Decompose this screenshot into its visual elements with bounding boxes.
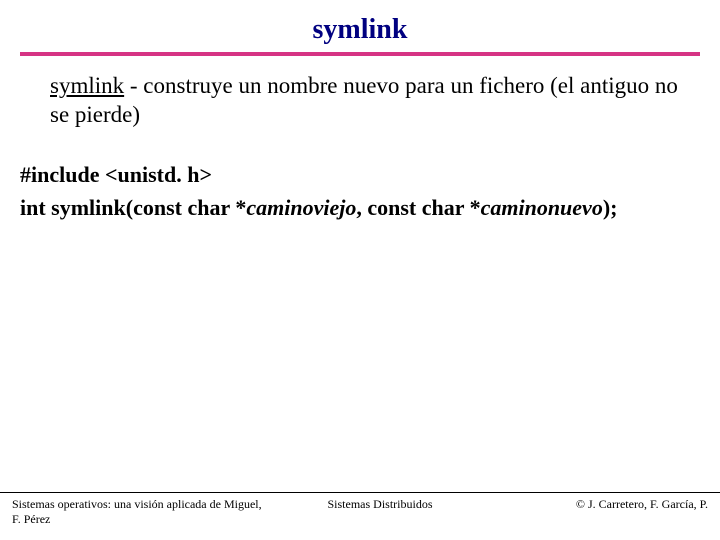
proto-prefix: int symlink(const char * bbox=[20, 195, 246, 220]
code-block: #include <unistd. h> int symlink(const c… bbox=[20, 158, 700, 224]
page-title: symlink bbox=[20, 14, 700, 46]
title-rule bbox=[20, 52, 700, 56]
slide: symlink symlink - construye un nombre nu… bbox=[0, 0, 720, 540]
footer: Sistemas operativos: una visión aplicada… bbox=[0, 492, 720, 528]
prototype-line: int symlink(const char *caminoviejo, con… bbox=[20, 191, 700, 224]
footer-mid: Sistemas Distribuidos bbox=[272, 497, 488, 528]
proto-arg2: caminonuevo bbox=[481, 195, 603, 220]
proto-arg1: caminoviejo bbox=[246, 195, 356, 220]
function-name: symlink bbox=[50, 73, 124, 98]
footer-right: © J. Carretero, F. García, P. bbox=[488, 497, 708, 528]
include-line: #include <unistd. h> bbox=[20, 158, 700, 191]
footer-left: Sistemas operativos: una visión aplicada… bbox=[12, 497, 272, 528]
description-text: - construye un nombre nuevo para un fich… bbox=[50, 73, 678, 127]
description-line: symlink - construye un nombre nuevo para… bbox=[50, 72, 690, 130]
proto-suffix: ); bbox=[603, 195, 618, 220]
proto-mid: , const char * bbox=[356, 195, 480, 220]
